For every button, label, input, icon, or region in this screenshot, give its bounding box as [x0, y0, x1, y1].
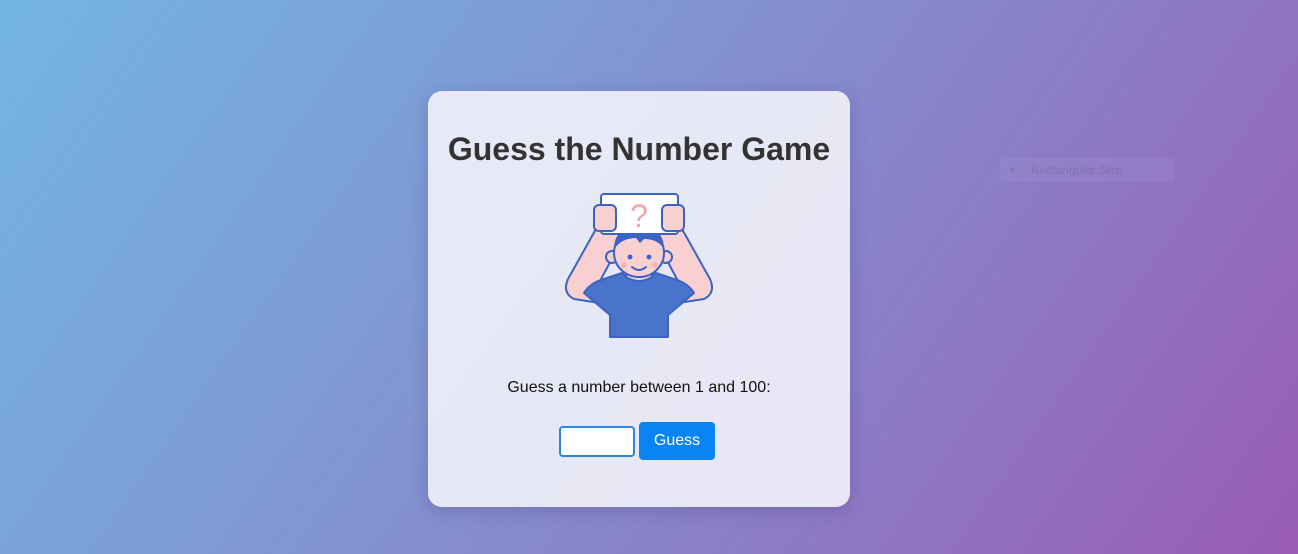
snip-label: Rectangular Snip: [1030, 163, 1123, 177]
question-mark-icon: ?: [630, 198, 648, 234]
guess-input[interactable]: [559, 425, 635, 457]
guess-controls: Guess: [559, 422, 715, 460]
game-card: Guess the Number Game ? Guess a number b…: [428, 91, 850, 507]
page-title: Guess the Number Game: [447, 131, 831, 167]
snip-overlay-tooltip: ▼ Rectangular Snip: [1000, 158, 1174, 182]
person-question-icon: ?: [560, 191, 720, 341]
guess-prompt: Guess a number between 1 and 100:: [507, 379, 771, 396]
triangle-down-icon: ▼: [1008, 165, 1017, 175]
guess-button[interactable]: Guess: [639, 422, 715, 460]
